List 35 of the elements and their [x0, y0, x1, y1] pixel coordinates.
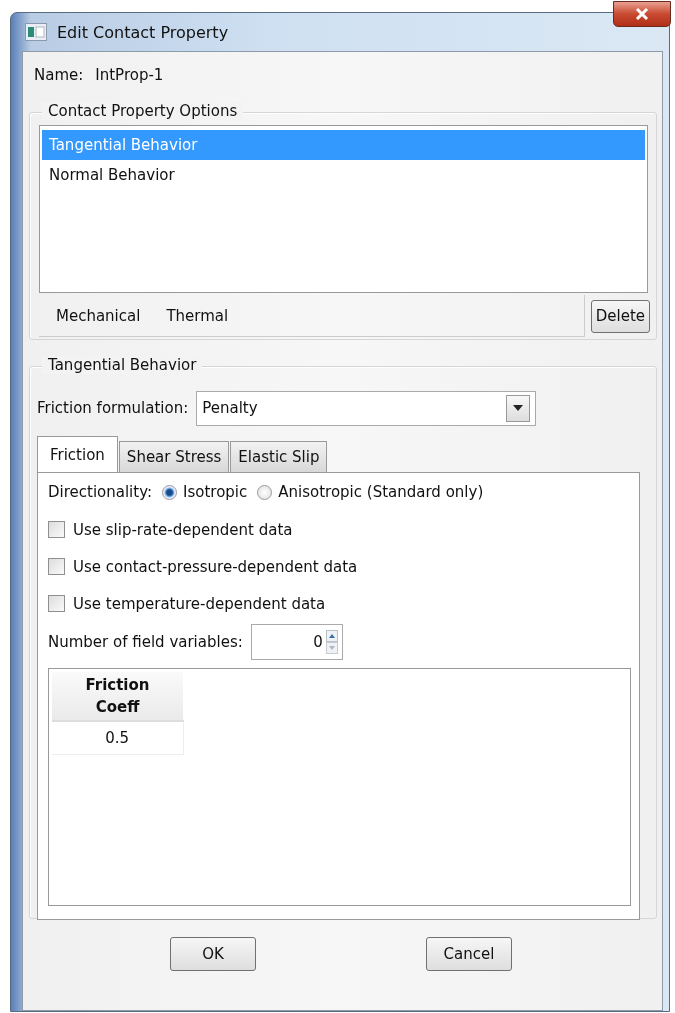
- group-title: Contact Property Options: [42, 102, 244, 120]
- name-label: Name:: [34, 66, 84, 84]
- delete-button[interactable]: Delete: [590, 299, 650, 333]
- checkbox-label: Use contact-pressure-dependent data: [73, 557, 358, 576]
- tab[interactable]: Elastic Slip: [230, 441, 328, 472]
- dialog-button[interactable]: Cancel: [426, 937, 512, 971]
- close-icon: [635, 8, 649, 20]
- tab[interactable]: Shear Stress: [118, 441, 230, 472]
- field-label: Friction formulation:: [37, 399, 189, 417]
- checkbox[interactable]: [48, 521, 65, 538]
- spinner-arrows-icon: [325, 630, 338, 654]
- tab[interactable]: Friction: [37, 436, 118, 472]
- dialog-button[interactable]: OK: [170, 937, 256, 971]
- radio-label: Anisotropic (Standard only): [278, 483, 484, 501]
- name-value: IntProp-1: [95, 66, 164, 84]
- formulation-dropdown[interactable]: Penalty: [196, 390, 537, 426]
- window-icon: [25, 23, 47, 41]
- list-item[interactable]: Normal Behavior: [42, 160, 645, 190]
- field-label: Directionality:: [48, 483, 152, 501]
- window-title: Edit Contact Property: [57, 22, 229, 42]
- radio-button[interactable]: [257, 484, 273, 500]
- menu-item[interactable]: Mechanical: [56, 306, 141, 325]
- radio-label: Isotropic: [183, 483, 248, 501]
- checkbox[interactable]: [48, 595, 65, 612]
- number-spinner[interactable]: 0: [250, 624, 343, 660]
- close-button[interactable]: [613, 1, 671, 27]
- radio-button[interactable]: [162, 484, 177, 500]
- menu-item[interactable]: Thermal: [166, 306, 229, 325]
- checkbox-label: Use slip-rate-dependent data: [73, 520, 293, 539]
- table-cell[interactable]: 0.5: [52, 721, 183, 755]
- checkbox-label: Use temperature-dependent data: [73, 594, 326, 613]
- checkbox[interactable]: [48, 558, 65, 575]
- column-header: Friction Coeff: [52, 672, 183, 721]
- field-label: Number of field variables:: [48, 633, 243, 651]
- group-title: Tangential Behavior: [42, 356, 203, 374]
